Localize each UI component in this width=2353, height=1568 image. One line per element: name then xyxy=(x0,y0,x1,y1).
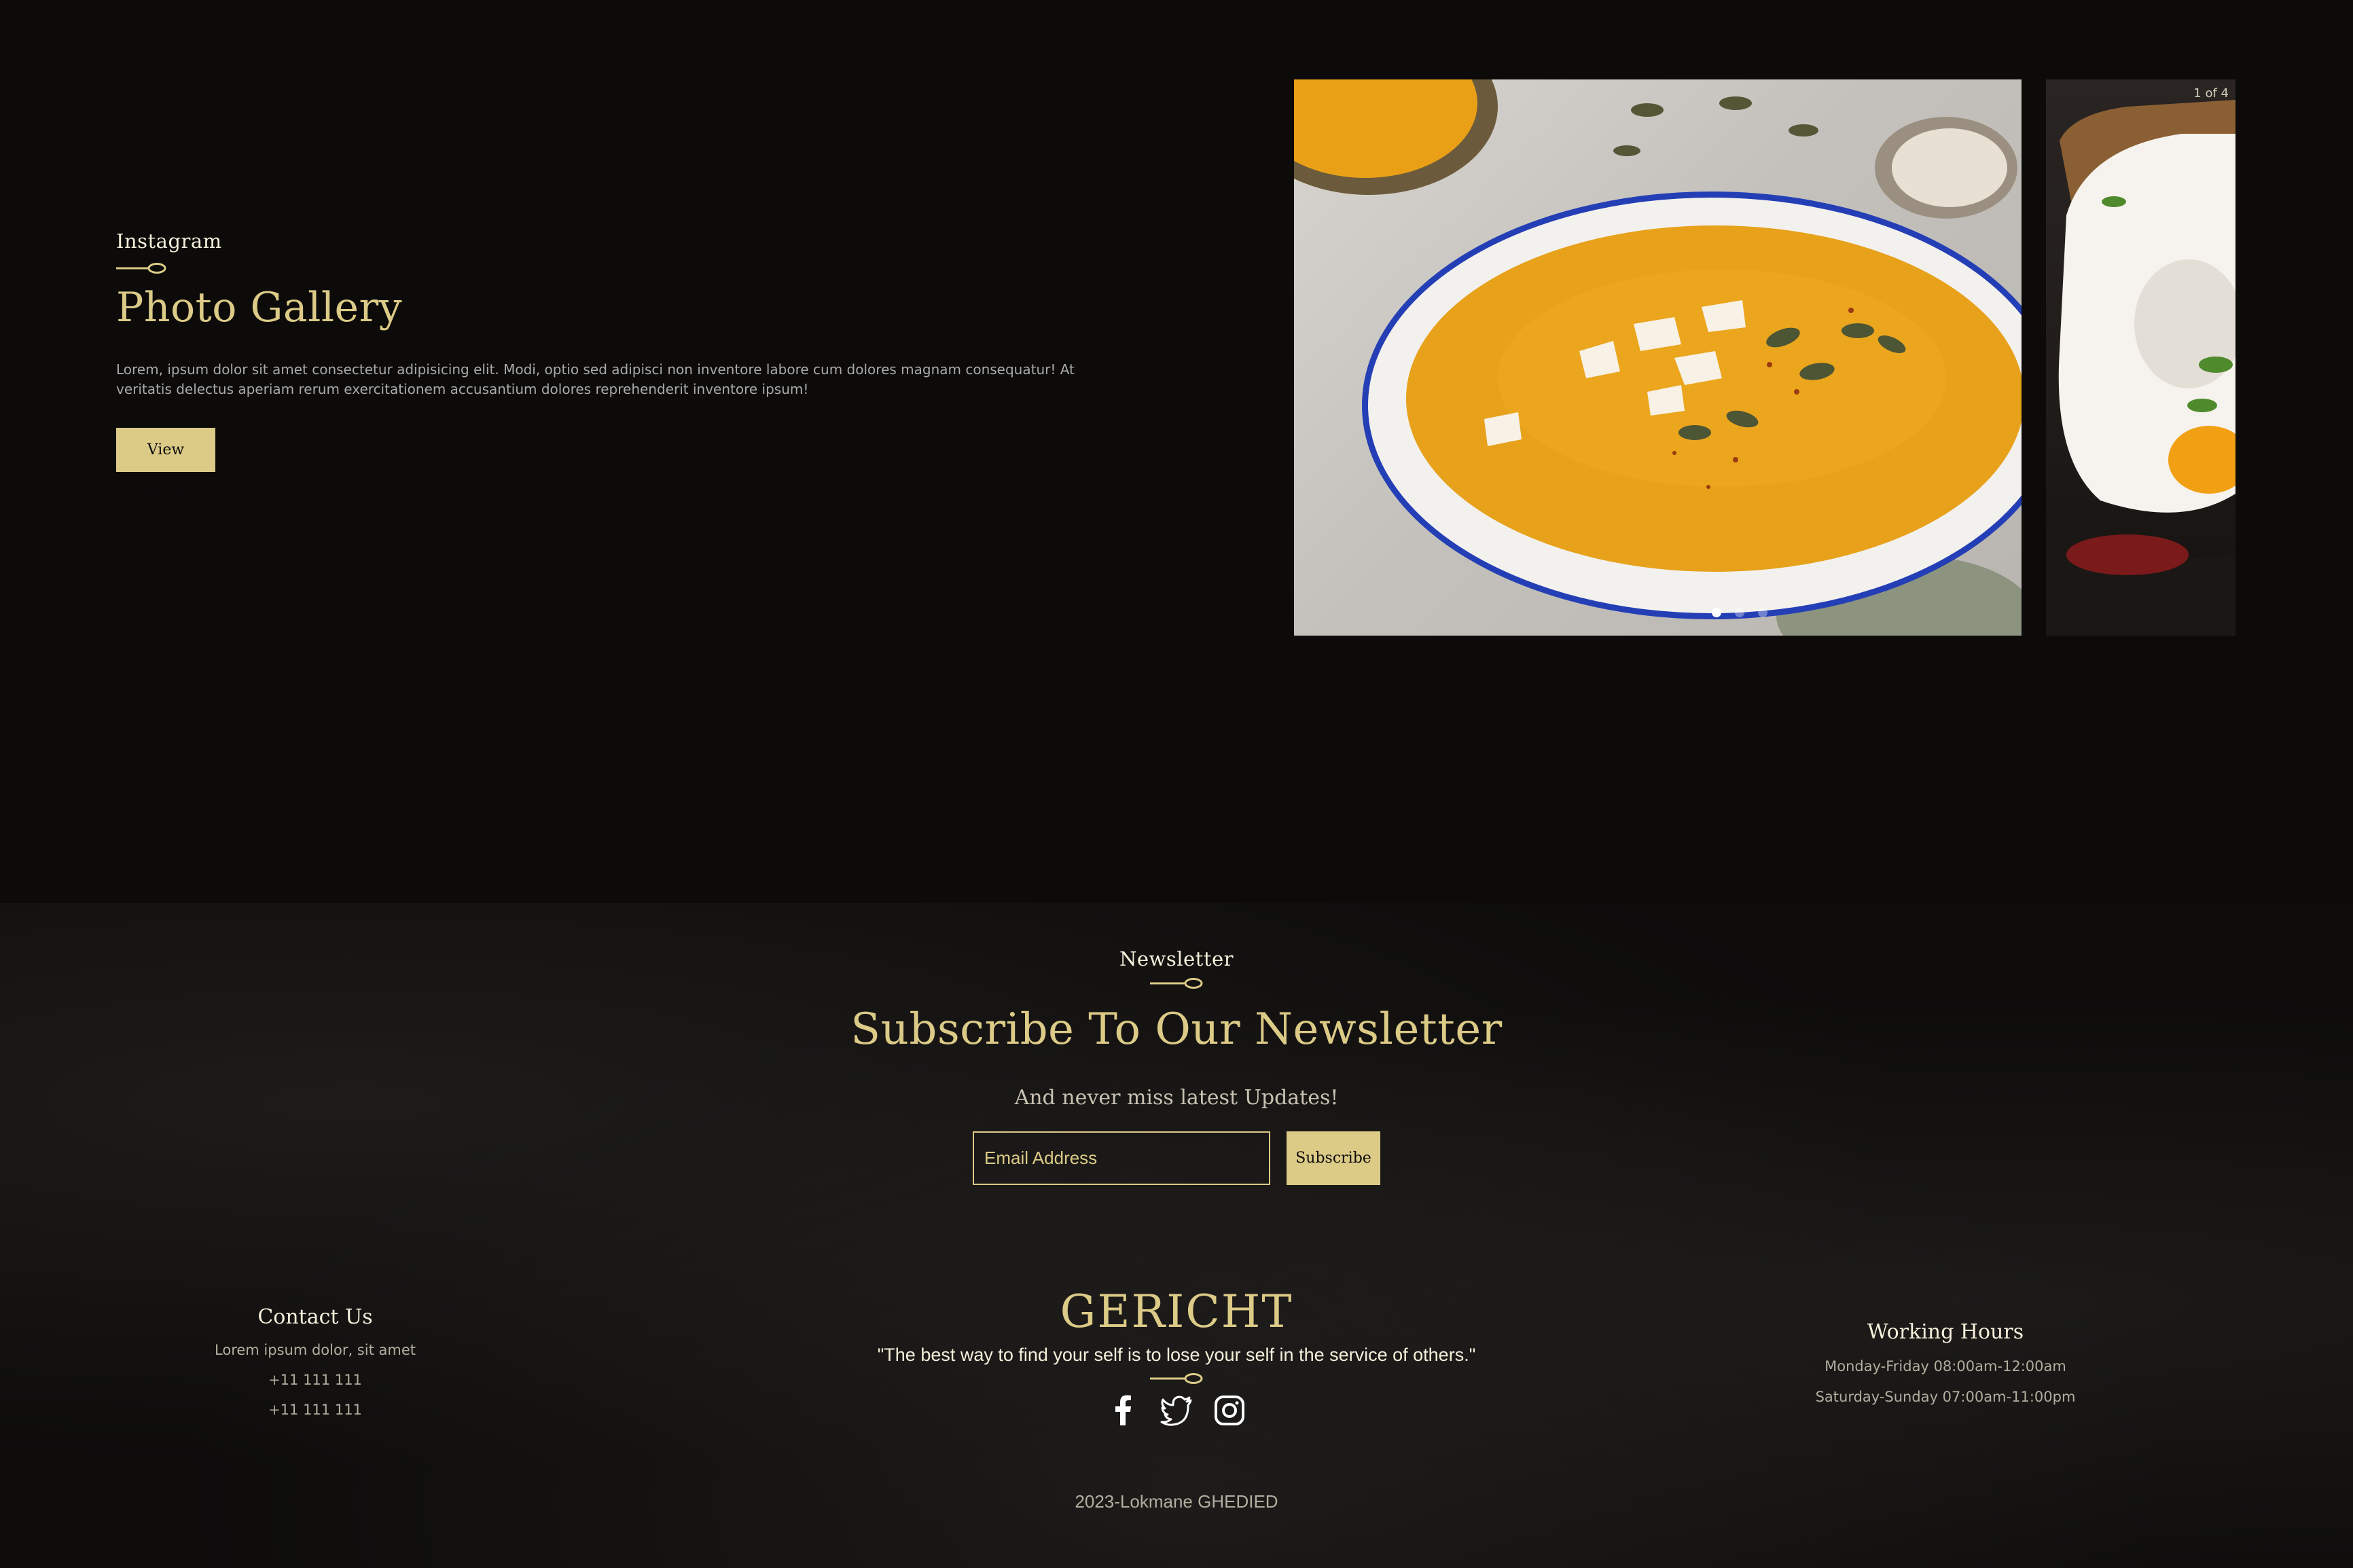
hours-title: Working Hours xyxy=(1867,1320,2024,1344)
newsletter-heading: Subscribe To Our Newsletter xyxy=(850,1004,1503,1055)
carousel-dots xyxy=(1712,608,1767,617)
gallery-image-soup[interactable] xyxy=(1294,79,2022,636)
view-more-button[interactable]: View More xyxy=(116,428,215,503)
gallery-subheading: Instagram xyxy=(116,230,222,253)
facebook-icon[interactable] xyxy=(1107,1394,1140,1427)
newsletter-subheading: Newsletter xyxy=(1119,947,1234,970)
spoon-divider-icon xyxy=(1150,1373,1203,1384)
egg-photo-illustration xyxy=(2046,100,2235,636)
gallery-info: Instagram Photo Gallery Lorem, ipsum dol… xyxy=(116,230,1081,503)
newsletter-form: Subscribe xyxy=(0,1131,2353,1185)
hours-weekend: Saturday-Sunday 07:00am-11:00pm xyxy=(1815,1389,2076,1405)
gallery-image-egg[interactable]: 1 of 4 xyxy=(2046,79,2235,636)
instagram-icon[interactable] xyxy=(1213,1394,1246,1427)
copyright-text: 2023-Lokmane GHEDIED xyxy=(1075,1491,1278,1512)
soup-photo-illustration xyxy=(1294,79,2022,636)
hours-weekdays: Monday-Friday 08:00am-12:00am xyxy=(1825,1358,2066,1374)
carousel-dot[interactable] xyxy=(1735,608,1744,617)
email-input[interactable] xyxy=(973,1131,1270,1185)
newsletter-section: Newsletter Subscribe To Our Newsletter A… xyxy=(0,947,2353,1185)
carousel-dot[interactable] xyxy=(1758,608,1767,617)
twitter-icon[interactable] xyxy=(1160,1394,1193,1427)
gallery-heading: Photo Gallery xyxy=(116,284,403,331)
spoon-divider-icon xyxy=(1150,978,1203,989)
subscribe-button[interactable]: Subscribe xyxy=(1287,1131,1380,1185)
carousel-pager: 1 of 4 xyxy=(2193,86,2229,101)
working-hours-column: Working Hours Monday-Friday 08:00am-12:0… xyxy=(1810,1320,2081,1406)
gallery-description: Lorem, ipsum dolor sit amet consectetur … xyxy=(116,361,1075,397)
newsletter-tagline: And never miss latest Updates! xyxy=(1014,1086,1339,1110)
gallery-carousel[interactable]: 1 of 4 xyxy=(1294,79,2235,636)
spoon-divider-icon xyxy=(116,263,166,274)
carousel-dot[interactable] xyxy=(1712,608,1721,617)
